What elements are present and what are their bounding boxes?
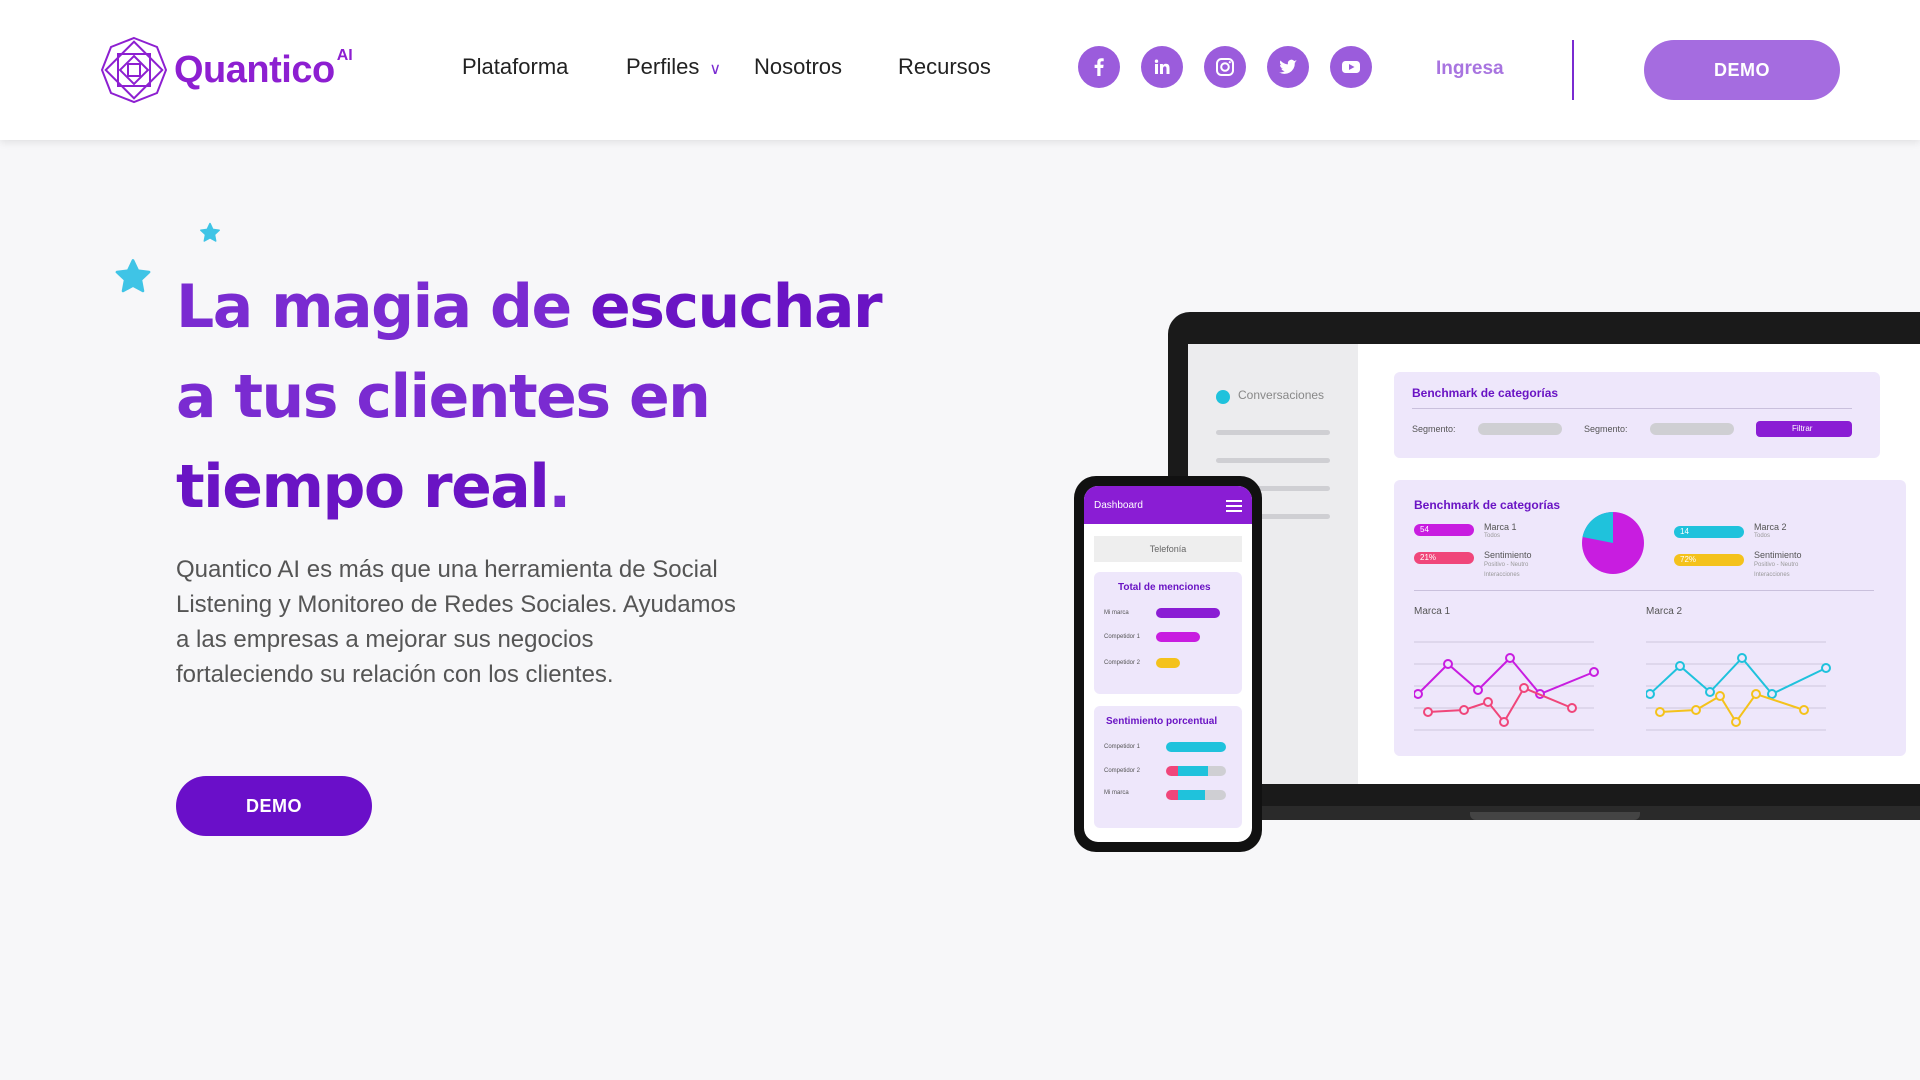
interactions2-label: Interacciones (1754, 572, 1790, 578)
filter-button[interactable]: Filtrar (1756, 421, 1852, 437)
phone-tab[interactable]: Telefonía (1094, 536, 1242, 562)
chevron-down-icon: ∨ (709, 61, 722, 78)
star-icon (115, 259, 151, 293)
nav-nosotros[interactable]: Nosotros (754, 54, 842, 80)
sentiment1-label: Sentimiento (1484, 550, 1532, 560)
sentiment2-value: 72% (1680, 555, 1697, 564)
segment-select[interactable] (1650, 423, 1734, 435)
site-header: Quantico AI Plataforma Perfiles ∨ Nosotro… (0, 0, 1920, 140)
chart2-label: Marca 2 (1646, 606, 1683, 617)
sentiment2-label: Sentimiento (1754, 550, 1802, 560)
laptop-hinge (1470, 812, 1640, 820)
demo-button-header[interactable]: DEMO (1644, 40, 1840, 100)
sidebar-line (1216, 430, 1330, 435)
sentiment-row-label: Competidor 1 (1104, 744, 1141, 750)
logo[interactable]: Quantico AI (100, 36, 353, 104)
sentiment1-value: 21% (1420, 553, 1437, 562)
pie-chart (1582, 511, 1644, 574)
marca2-sub: Todos (1754, 533, 1771, 539)
panel-rule (1412, 408, 1852, 409)
marca2-label: Marca 2 (1754, 522, 1787, 532)
facebook-icon[interactable] (1078, 46, 1120, 88)
benchmark-title: Benchmark de categorías (1414, 498, 1561, 512)
panel-rule (1414, 590, 1874, 591)
line-chart-marca2 (1646, 641, 1831, 731)
nav-perfiles[interactable]: Perfiles ∨ (626, 54, 721, 80)
phone-app-bar: Dashboard (1084, 486, 1252, 524)
phone-title: Dashboard (1094, 500, 1143, 511)
marca2-value: 14 (1680, 527, 1689, 536)
benchmark-panel: Benchmark de categorías 54 Marca 1 Todos… (1394, 480, 1906, 756)
line-chart-marca1 (1414, 641, 1599, 731)
brand-sup: AI (336, 47, 353, 64)
quantico-logo-icon (100, 36, 168, 104)
segment-label: Segmento: (1412, 424, 1456, 434)
sentiment1-pill: 21% (1414, 552, 1474, 564)
sentiment-bar (1166, 790, 1226, 800)
sidebar-dot (1216, 390, 1230, 404)
sentiment-row-label: Competidor 2 (1104, 768, 1141, 774)
sentiment-row-label: Mi marca (1104, 790, 1129, 796)
nav-recursos[interactable]: Recursos (898, 54, 991, 80)
marca1-pill: 54 (1414, 524, 1474, 536)
headline-bold-1: escuchar (590, 272, 883, 342)
sidebar-line (1216, 458, 1330, 463)
linkedin-icon[interactable] (1141, 46, 1183, 88)
segment-label: Segmento: (1584, 424, 1628, 434)
mentions-bar (1156, 608, 1220, 618)
filter-panel: Benchmark de categorías Segmento: Segmen… (1394, 372, 1880, 458)
laptop-illustration: Conversaciones Benchmark de categorías S… (1168, 312, 1920, 818)
sentiment2-pill: 72% (1674, 554, 1744, 566)
headline-bold-2: tiempo real (176, 452, 550, 522)
phone-screen: Dashboard Telefonía Total de menciones M… (1084, 486, 1252, 842)
sentiment1-sub: Positivo - Neutro (1484, 562, 1529, 568)
social-links (1078, 46, 1372, 88)
login-link[interactable]: Ingresa (1436, 58, 1504, 80)
nav-perfiles-label: Perfiles (626, 54, 700, 79)
headline-part-1: La magia de (176, 272, 591, 342)
mentions-row-label: Mi marca (1104, 610, 1129, 616)
brand-name: Quantico (174, 48, 335, 91)
segment-select[interactable] (1478, 423, 1562, 435)
laptop-screen: Conversaciones Benchmark de categorías S… (1188, 344, 1920, 784)
series-line-pink (1427, 686, 1573, 724)
headline-part-2: a tus clientes en (176, 362, 711, 432)
twitter-icon[interactable] (1267, 46, 1309, 88)
marca1-sub: Todos (1484, 533, 1501, 539)
sentiment-bar (1166, 766, 1226, 776)
sentiment-card: Sentimiento porcentual Competidor 1 Comp… (1094, 706, 1242, 828)
youtube-icon[interactable] (1330, 46, 1372, 88)
sentiment2-sub: Positivo - Neutro (1754, 562, 1799, 568)
marca1-value: 54 (1420, 525, 1429, 534)
chart1-label: Marca 1 (1414, 606, 1451, 617)
star-small-icon (200, 222, 220, 242)
mentions-title: Total de menciones (1118, 582, 1211, 593)
headline-period: . (548, 452, 571, 522)
sentiment-bar (1166, 742, 1226, 752)
hamburger-icon[interactable] (1226, 500, 1242, 515)
mentions-row-label: Competidor 2 (1104, 660, 1141, 666)
nav-plataforma[interactable]: Plataforma (462, 54, 568, 80)
hero-description: Quantico AI es más que una herramienta d… (176, 556, 736, 688)
demo-button-hero[interactable]: DEMO (176, 776, 372, 836)
mentions-row-label: Competidor 1 (1104, 634, 1141, 640)
marca2-pill: 14 (1674, 526, 1744, 538)
interactions1-label: Interacciones (1484, 572, 1520, 578)
mentions-bar (1156, 658, 1180, 668)
mentions-card: Total de menciones Mi marca Competidor 1… (1094, 572, 1242, 694)
header-divider (1572, 40, 1574, 100)
mentions-bar (1156, 632, 1200, 642)
marca1-label: Marca 1 (1484, 522, 1517, 532)
instagram-icon[interactable] (1204, 46, 1246, 88)
phone-illustration: Dashboard Telefonía Total de menciones M… (1074, 476, 1262, 852)
sidebar-title: Conversaciones (1238, 388, 1325, 402)
sentiment-title: Sentimiento porcentual (1106, 716, 1218, 727)
filter-button-label: Filtrar (1792, 424, 1813, 433)
hero-headline: La magia de escuchar a tus clientes en t… (176, 262, 896, 532)
filter-panel-title: Benchmark de categorías (1412, 386, 1559, 400)
